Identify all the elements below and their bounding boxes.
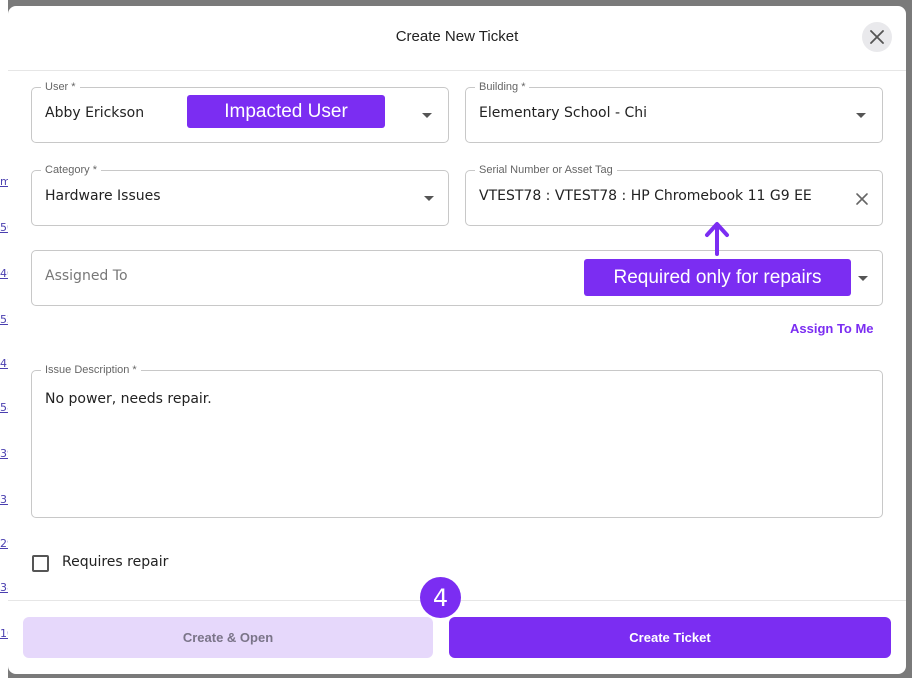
category-select[interactable]: Category * Hardware Issues — [31, 162, 449, 226]
category-label: Category * — [41, 162, 101, 178]
arrow-up-icon — [705, 222, 729, 256]
backdrop-fragment[interactable]: 29 — [0, 538, 8, 550]
step-number-badge: 4 — [420, 577, 461, 618]
backdrop-fragment[interactable]: 40 — [0, 268, 8, 280]
create-ticket-button[interactable]: Create Ticket — [449, 617, 891, 658]
backdrop-fragment[interactable]: 58 — [0, 402, 8, 414]
building-value: Elementary School - Chi — [479, 105, 647, 121]
requires-repair-label[interactable]: Requires repair — [62, 554, 168, 570]
building-label: Building * — [475, 79, 530, 95]
serial-asset-field[interactable]: Serial Number or Asset Tag VTEST78 : VTE… — [465, 162, 883, 226]
chevron-down-icon[interactable] — [856, 113, 866, 118]
serial-label: Serial Number or Asset Tag — [475, 162, 617, 178]
modal-header: Create New Ticket — [8, 6, 906, 71]
issue-description-value: No power, needs repair. — [45, 391, 212, 407]
required-for-repairs-annotation: Required only for repairs — [584, 259, 851, 296]
category-value: Hardware Issues — [45, 188, 161, 204]
assigned-to-placeholder: Assigned To — [45, 268, 128, 284]
building-select[interactable]: Building * Elementary School - Chi — [465, 79, 883, 143]
backdrop-fragment[interactable]: 50 — [0, 222, 8, 234]
impacted-user-annotation: Impacted User — [187, 95, 385, 128]
backdrop-fragment[interactable]: 39 — [0, 448, 8, 460]
backdrop-fragment[interactable]: 47 — [0, 358, 8, 370]
assign-to-me-link[interactable]: Assign To Me — [790, 321, 874, 336]
modal-title: Create New Ticket — [395, 28, 519, 45]
requires-repair-checkbox[interactable] — [32, 555, 49, 572]
create-and-open-button[interactable]: Create & Open — [23, 617, 433, 658]
backdrop-fragment[interactable]: 52 — [0, 314, 8, 326]
close-icon — [870, 30, 884, 44]
issue-description-field[interactable]: Issue Description * No power, needs repa… — [31, 362, 883, 518]
serial-value: VTEST78 : VTEST78 : HP Chromebook 11 G9 … — [479, 188, 812, 204]
issue-description-label: Issue Description * — [41, 362, 141, 378]
backdrop-fragment: m — [0, 176, 8, 188]
create-ticket-modal: Create New Ticket User * Abby Erickson B… — [8, 6, 906, 674]
close-button[interactable] — [862, 22, 892, 52]
chevron-down-icon[interactable] — [424, 196, 434, 201]
backdrop-fragment[interactable]: 31 — [0, 494, 8, 506]
chevron-down-icon[interactable] — [422, 113, 432, 118]
backdrop-fragment[interactable]: 38 — [0, 582, 8, 594]
user-value: Abby Erickson — [45, 105, 145, 121]
user-label: User * — [41, 79, 80, 95]
backdrop-fragment[interactable]: 10 — [0, 628, 8, 640]
clear-icon[interactable] — [855, 192, 869, 206]
chevron-down-icon[interactable] — [858, 276, 868, 281]
backdrop-page: m 50 40 52 47 58 39 31 29 38 10 — [0, 0, 8, 678]
